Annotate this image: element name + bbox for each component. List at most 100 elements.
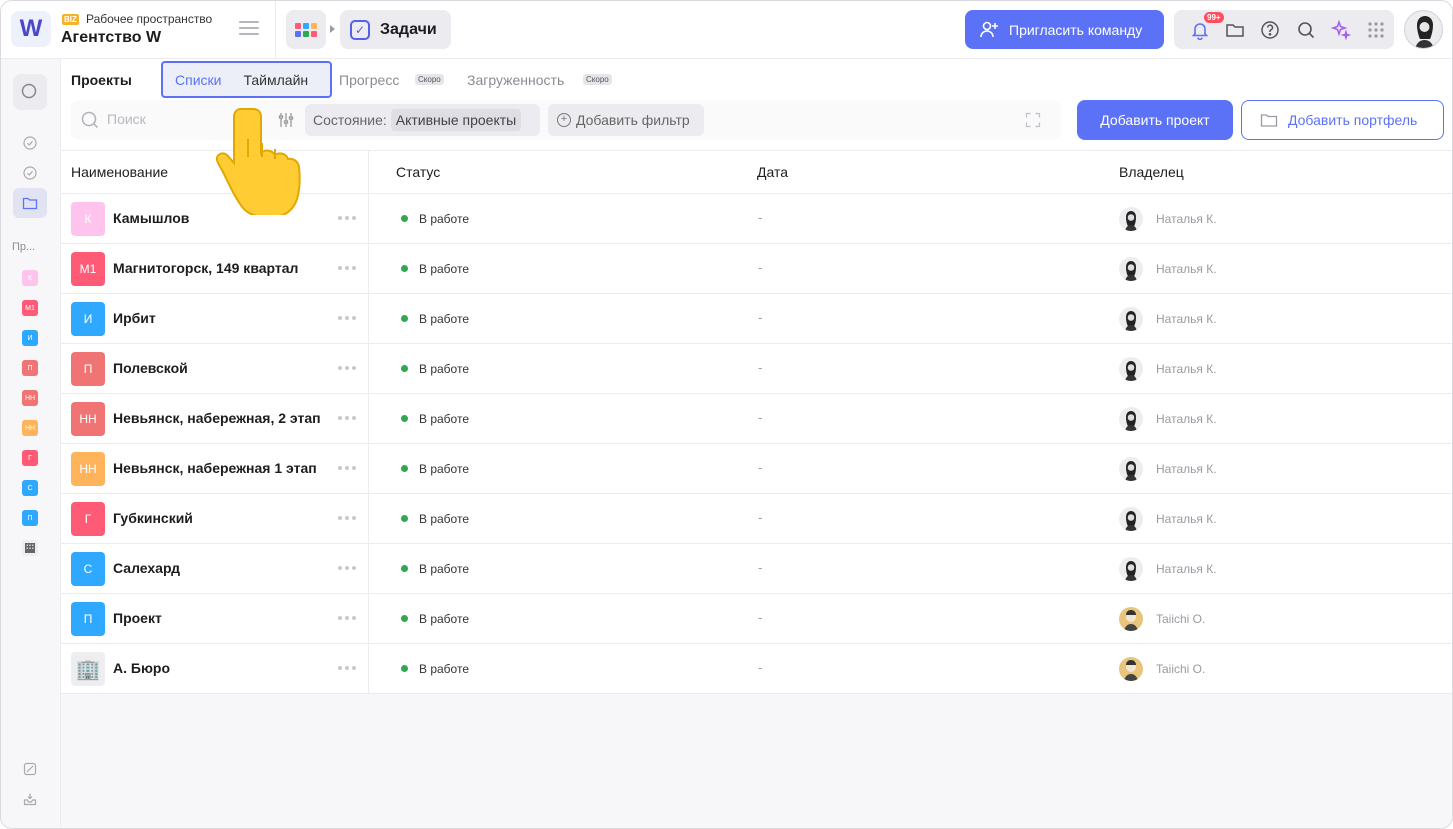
rail-project-item[interactable]: П bbox=[22, 510, 38, 526]
tab-timeline[interactable]: Таймлайн bbox=[243, 72, 308, 88]
project-name[interactable]: Салехард bbox=[113, 560, 180, 576]
help-icon[interactable] bbox=[1253, 10, 1288, 49]
tab-progress[interactable]: Прогресс bbox=[339, 72, 399, 88]
column-header-owner[interactable]: Владелец bbox=[1119, 164, 1184, 180]
rail-project-item[interactable]: И bbox=[22, 330, 38, 346]
project-owner[interactable]: Наталья К. bbox=[1156, 362, 1217, 376]
column-header-date[interactable]: Дата bbox=[757, 164, 788, 180]
search-icon[interactable] bbox=[1288, 10, 1323, 49]
project-owner[interactable]: Наталья К. bbox=[1156, 412, 1217, 426]
project-date[interactable]: - bbox=[758, 510, 762, 525]
project-date[interactable]: - bbox=[758, 460, 762, 475]
table-row[interactable]: М1 Магнитогорск, 149 квартал В работе - Ната… bbox=[61, 244, 1452, 294]
apps-button[interactable] bbox=[286, 10, 326, 49]
expand-icon[interactable] bbox=[1025, 112, 1041, 128]
add-project-button[interactable]: Добавить проект bbox=[1077, 100, 1233, 140]
more-options-icon[interactable] bbox=[338, 266, 356, 270]
project-status[interactable]: В работе bbox=[419, 362, 469, 376]
project-owner[interactable]: Наталья К. bbox=[1156, 562, 1217, 576]
project-date[interactable]: - bbox=[758, 360, 762, 375]
project-date[interactable]: - bbox=[758, 560, 762, 575]
table-row[interactable]: НН Невьянск, набережная, 2 этап В работе - Н… bbox=[61, 394, 1452, 444]
bell-icon[interactable]: 99+ bbox=[1182, 10, 1224, 49]
project-status[interactable]: В работе bbox=[419, 312, 469, 326]
project-date[interactable]: - bbox=[758, 610, 762, 625]
sparkle-icon[interactable] bbox=[1323, 10, 1358, 49]
project-owner[interactable]: Наталья К. bbox=[1156, 512, 1217, 526]
tab-workload[interactable]: Загруженность bbox=[467, 72, 564, 88]
task-check-icon[interactable] bbox=[22, 135, 38, 151]
invite-team-button[interactable]: Пригласить команду bbox=[965, 10, 1164, 49]
folder-icon[interactable] bbox=[1217, 10, 1252, 49]
project-status[interactable]: В работе bbox=[419, 212, 469, 226]
rail-search-button[interactable] bbox=[13, 74, 47, 110]
more-options-icon[interactable] bbox=[338, 216, 356, 220]
table-row[interactable]: П Проект В работе - Taiichi O. bbox=[61, 594, 1452, 644]
state-filter[interactable]: Состояние: Активные проекты bbox=[305, 104, 540, 136]
more-options-icon[interactable] bbox=[338, 566, 356, 570]
table-row[interactable]: И Ирбит В работе - Наталья К. bbox=[61, 294, 1452, 344]
project-owner[interactable]: Наталья К. bbox=[1156, 312, 1217, 326]
rail-project-item[interactable]: П bbox=[22, 360, 38, 376]
section-tab-tasks[interactable]: ✓ Задачи bbox=[340, 10, 451, 49]
project-name[interactable]: Проект bbox=[113, 610, 162, 626]
project-name[interactable]: Губкинский bbox=[113, 510, 193, 526]
more-options-icon[interactable] bbox=[338, 466, 356, 470]
project-owner[interactable]: Taiichi O. bbox=[1156, 662, 1205, 676]
rail-project-item[interactable]: НН bbox=[22, 390, 38, 406]
rail-project-item[interactable]: С bbox=[22, 480, 38, 496]
rail-project-item[interactable]: НН bbox=[22, 420, 38, 436]
project-name[interactable]: Полевской bbox=[113, 360, 188, 376]
project-status[interactable]: В работе bbox=[419, 512, 469, 526]
project-status[interactable]: В работе bbox=[419, 262, 469, 276]
rail-project-item[interactable]: К bbox=[22, 270, 38, 286]
project-name[interactable]: Магнитогорск, 149 квартал bbox=[113, 260, 298, 276]
menu-icon[interactable] bbox=[239, 21, 259, 37]
add-filter-button[interactable]: + Добавить фильтр bbox=[548, 104, 704, 136]
building-icon[interactable] bbox=[22, 540, 38, 556]
table-row[interactable]: С Салехард В работе - Наталья К. bbox=[61, 544, 1452, 594]
grid-icon[interactable] bbox=[1359, 10, 1394, 49]
app-logo[interactable]: W bbox=[11, 11, 51, 47]
column-header-status[interactable]: Статус bbox=[396, 164, 440, 180]
project-status[interactable]: В работе bbox=[419, 562, 469, 576]
more-options-icon[interactable] bbox=[338, 616, 356, 620]
project-status[interactable]: В работе bbox=[419, 412, 469, 426]
project-owner[interactable]: Наталья К. bbox=[1156, 262, 1217, 276]
task-check-icon[interactable] bbox=[22, 165, 38, 181]
project-name[interactable]: А. Бюро bbox=[113, 660, 170, 676]
project-status[interactable]: В работе bbox=[419, 612, 469, 626]
more-options-icon[interactable] bbox=[338, 416, 356, 420]
project-name[interactable]: Ирбит bbox=[113, 310, 156, 326]
table-row[interactable]: Г Губкинский В работе - Наталья К. bbox=[61, 494, 1452, 544]
archive-icon[interactable] bbox=[22, 761, 38, 777]
table-row[interactable]: 🏢 А. Бюро В работе - Taiichi O. bbox=[61, 644, 1452, 694]
more-options-icon[interactable] bbox=[338, 366, 356, 370]
column-header-name[interactable]: Наименование bbox=[71, 164, 168, 180]
table-row[interactable]: НН Невьянск, набережная 1 этап В работе - На… bbox=[61, 444, 1452, 494]
rail-project-item[interactable]: М1 bbox=[22, 300, 38, 316]
more-options-icon[interactable] bbox=[338, 666, 356, 670]
user-avatar[interactable] bbox=[1404, 10, 1443, 49]
project-status[interactable]: В работе bbox=[419, 662, 469, 676]
project-owner[interactable]: Taiichi O. bbox=[1156, 612, 1205, 626]
project-name[interactable]: Невьянск, набережная, 2 этап bbox=[113, 410, 321, 426]
workspace-name[interactable]: Агентство W bbox=[61, 29, 161, 47]
project-date[interactable]: - bbox=[758, 210, 762, 225]
project-date[interactable]: - bbox=[758, 310, 762, 325]
tab-lists[interactable]: Списки bbox=[175, 72, 221, 88]
project-date[interactable]: - bbox=[758, 260, 762, 275]
more-options-icon[interactable] bbox=[338, 316, 356, 320]
project-name[interactable]: Невьянск, набережная 1 этап bbox=[113, 460, 317, 476]
add-portfolio-button[interactable]: Добавить портфель bbox=[1241, 100, 1444, 140]
more-options-icon[interactable] bbox=[338, 516, 356, 520]
project-name[interactable]: Камышлов bbox=[113, 210, 189, 226]
project-owner[interactable]: Наталья К. bbox=[1156, 462, 1217, 476]
project-date[interactable]: - bbox=[758, 410, 762, 425]
rail-project-item[interactable]: Г bbox=[22, 450, 38, 466]
project-status[interactable]: В работе bbox=[419, 462, 469, 476]
rail-projects-button[interactable] bbox=[13, 188, 47, 218]
table-row[interactable]: П Полевской В работе - Наталья К. bbox=[61, 344, 1452, 394]
inbox-icon[interactable] bbox=[22, 791, 38, 807]
project-date[interactable]: - bbox=[758, 660, 762, 675]
